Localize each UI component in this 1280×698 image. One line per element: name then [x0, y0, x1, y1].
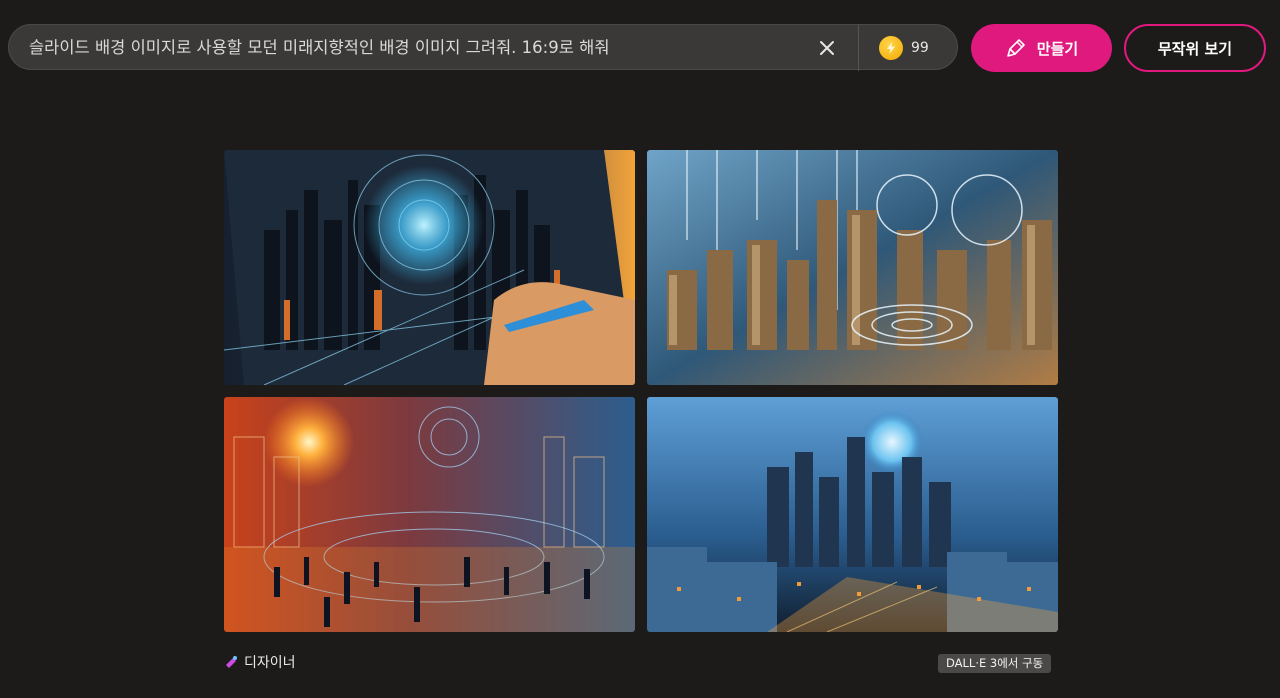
random-view-button[interactable]: 무작위 보기 [1124, 24, 1266, 72]
designer-brand[interactable]: 디자이너 [224, 652, 296, 672]
close-icon [820, 41, 834, 55]
generated-image-4[interactable] [647, 397, 1058, 632]
generated-image-3[interactable] [224, 397, 635, 632]
prompt-input-box[interactable]: 슬라이드 배경 이미지로 사용할 모던 미래지향적인 배경 이미지 그려줘. 1… [8, 24, 958, 71]
powered-by-badge: DALL·E 3에서 구동 [938, 654, 1052, 673]
generated-image-1[interactable] [224, 150, 635, 385]
designer-logo-icon [226, 656, 237, 668]
brush-icon [1006, 39, 1025, 57]
clear-prompt-button[interactable] [815, 36, 839, 60]
random-view-label: 무작위 보기 [1157, 39, 1233, 58]
lightning-coin-icon [879, 36, 903, 60]
designer-brand-label: 디자이너 [244, 655, 296, 671]
divider [858, 25, 859, 71]
boost-count: 99 [911, 40, 929, 56]
create-button[interactable]: 만들기 [971, 24, 1112, 72]
generated-image-2[interactable] [647, 150, 1058, 385]
prompt-input[interactable]: 슬라이드 배경 이미지로 사용할 모던 미래지향적인 배경 이미지 그려줘. 1… [29, 25, 610, 71]
image-results-grid [224, 150, 1058, 632]
boost-counter[interactable]: 99 [879, 35, 929, 61]
top-bar: 슬라이드 배경 이미지로 사용할 모던 미래지향적인 배경 이미지 그려줘. 1… [0, 0, 1280, 96]
create-button-label: 만들기 [1036, 39, 1079, 58]
